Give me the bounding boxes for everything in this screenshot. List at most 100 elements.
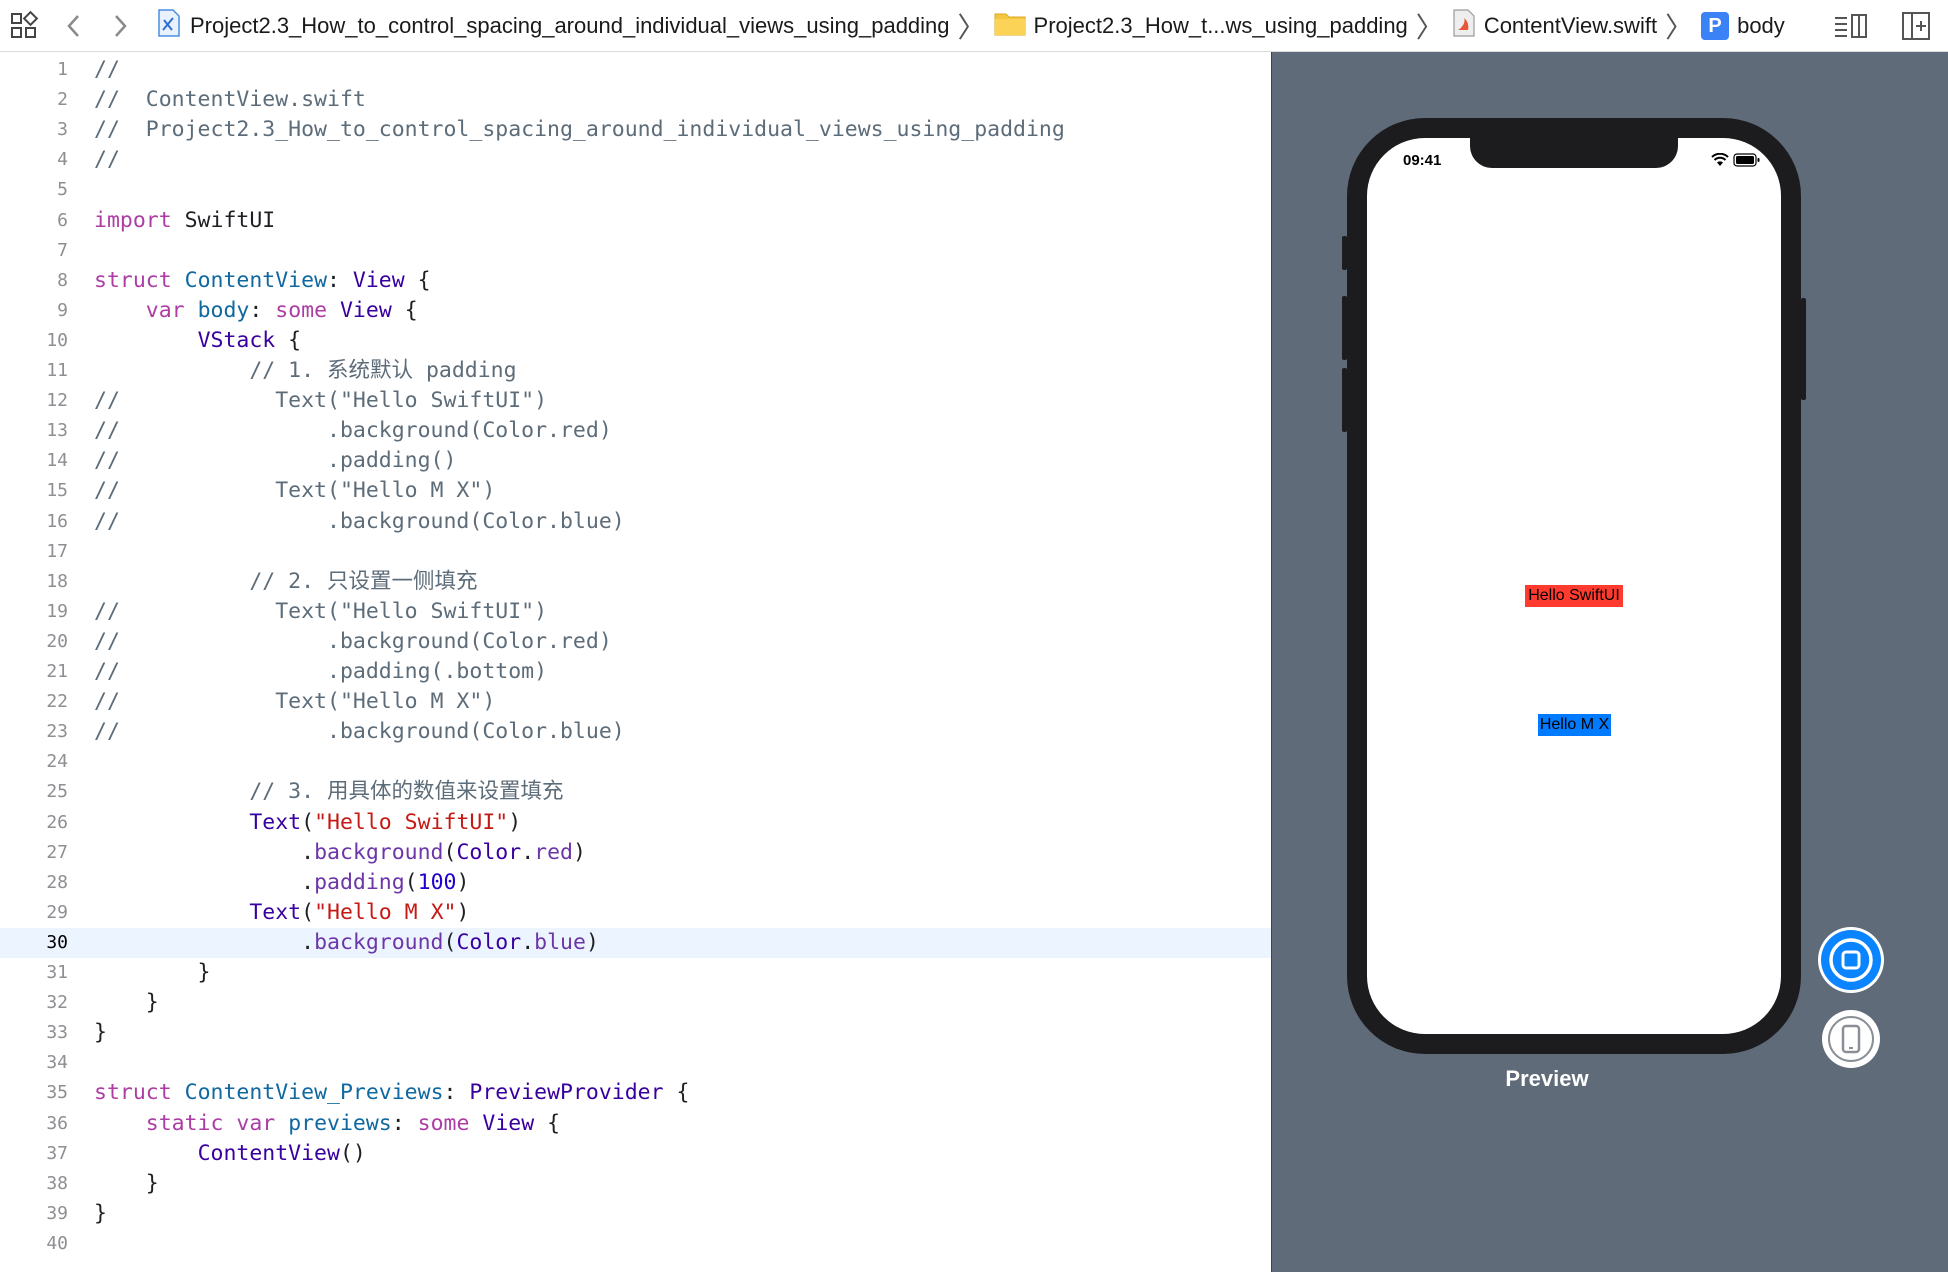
code-line[interactable]: 7 <box>0 236 1271 266</box>
grid-icon[interactable] <box>8 0 40 51</box>
code-text: } <box>94 1199 107 1229</box>
line-number: 40 <box>46 1232 68 1254</box>
code-line[interactable]: 11 // 1. 系统默认 padding <box>0 356 1271 386</box>
code-text: // Project2.3_How_to_control_spacing_aro… <box>94 115 1065 145</box>
code-token: View <box>482 1110 535 1136</box>
code-line[interactable]: 25 // 3. 用具体的数值来设置填充 <box>0 777 1271 807</box>
code-line[interactable]: 4 // <box>0 145 1271 175</box>
code-token: "Hello SwiftUI" <box>314 809 509 835</box>
code-token: // 1. 系统默认 padding <box>249 358 517 383</box>
code-line[interactable]: 17 <box>0 537 1271 567</box>
code-line[interactable]: 18 // 2. 只设置一侧填充 <box>0 567 1271 597</box>
preview-caption: Preview <box>1505 1066 1589 1091</box>
code-line[interactable]: 31 } <box>0 958 1271 988</box>
code-line[interactable]: 30 .background(Color.blue) <box>0 927 1271 958</box>
breadcrumb-separator: 〉 <box>1665 10 1694 44</box>
code-token: ) <box>508 809 522 835</box>
code-line[interactable]: 12 // Text("Hello SwiftUI") <box>0 386 1271 416</box>
code-token: // .padding(.bottom) <box>94 659 548 684</box>
code-line[interactable]: 20 // .background(Color.red) <box>0 627 1271 657</box>
line-number: 26 <box>46 811 68 833</box>
code-line[interactable]: 1 // <box>0 55 1271 85</box>
code-token: ContentView_Previews <box>184 1080 444 1106</box>
code-line[interactable]: 2 // ContentView.swift <box>0 85 1271 115</box>
breadcrumb-symbol[interactable]: body <box>1737 13 1785 39</box>
code-line[interactable]: 29 Text("Hello M X") <box>0 898 1271 928</box>
code-line[interactable]: 22 // Text("Hello M X") <box>0 687 1271 717</box>
code-token: } <box>94 1020 107 1046</box>
code-line[interactable]: 14 // .padding() <box>0 446 1271 476</box>
device-preview-button[interactable] <box>1820 1008 1882 1070</box>
add-editor-icon[interactable] <box>1900 0 1932 51</box>
forward-arrow-icon[interactable] <box>110 0 130 51</box>
code-line[interactable]: 24 <box>0 747 1271 777</box>
code-line[interactable]: 27 .background(Color.red) <box>0 838 1271 868</box>
code-token: Text <box>249 899 302 925</box>
code-line[interactable]: 37 ContentView() <box>0 1139 1271 1169</box>
code-line[interactable]: 3 // Project2.3_How_to_control_spacing_ar… <box>0 115 1271 145</box>
code-line[interactable]: 39} <box>0 1199 1271 1229</box>
back-arrow-icon[interactable] <box>64 0 84 51</box>
code-line[interactable]: 19 // Text("Hello SwiftUI") <box>0 597 1271 627</box>
code-line[interactable]: 33} <box>0 1018 1271 1048</box>
code-line[interactable]: 40 <box>0 1229 1271 1259</box>
code-line[interactable]: 32 } <box>0 988 1271 1018</box>
code-token: { <box>404 267 431 293</box>
code-token: . <box>521 839 535 865</box>
code-token: import <box>94 207 172 233</box>
code-token: ( <box>301 809 315 835</box>
code-text: // .padding() <box>94 446 456 476</box>
code-token: : <box>391 1110 418 1136</box>
editor-options-icon[interactable] <box>1832 0 1870 51</box>
code-text: .background(Color.blue) <box>94 928 599 958</box>
code-line[interactable]: 13 // .background(Color.red) <box>0 416 1271 446</box>
hello-swiftui-label: Hello SwiftUI <box>1525 585 1623 607</box>
code-token: ( <box>301 899 315 925</box>
code-editor[interactable]: 1 // 2 // ContentView.swift 3 // Project2.3_H… <box>0 52 1271 1272</box>
volume-up-button <box>1342 296 1347 360</box>
code-token: // Text("Hello M X") <box>94 478 496 504</box>
code-line[interactable]: 5 <box>0 175 1271 205</box>
code-token: var <box>145 297 185 323</box>
code-token: ( <box>404 869 418 895</box>
code-text: struct ContentView_Previews: PreviewProv… <box>94 1078 689 1108</box>
mute-switch <box>1342 236 1347 270</box>
folder-icon <box>994 10 1026 41</box>
code-token: ContentView <box>197 1140 340 1166</box>
code-token: View <box>352 267 405 293</box>
code-line[interactable]: 23 // .background(Color.blue) <box>0 717 1271 747</box>
code-line[interactable]: 10 VStack { <box>0 326 1271 356</box>
code-token: some <box>417 1110 470 1136</box>
breadcrumb-file[interactable]: ContentView.swift <box>1484 13 1657 39</box>
code-line[interactable]: 16 // .background(Color.blue) <box>0 507 1271 537</box>
line-number: 15 <box>46 480 68 502</box>
code-text: struct ContentView: View { <box>94 266 431 296</box>
code-text: // <box>94 55 120 85</box>
code-line[interactable]: 26 Text("Hello SwiftUI") <box>0 808 1271 838</box>
code-line[interactable]: 15 // Text("Hello M X") <box>0 476 1271 506</box>
code-text: // .background(Color.blue) <box>94 507 625 537</box>
code-line[interactable]: 9 var body: some View { <box>0 296 1271 326</box>
code-line[interactable]: 28 .padding(100) <box>0 868 1271 898</box>
line-number: 8 <box>57 269 68 291</box>
code-token: static <box>145 1110 224 1136</box>
code-line[interactable]: 38 } <box>0 1169 1271 1199</box>
code-token: VStack <box>197 327 276 353</box>
code-line[interactable]: 8 struct ContentView: View { <box>0 266 1271 296</box>
code-token: // Project2.3_How_to_control_spacing_aro… <box>94 117 1065 143</box>
breadcrumb-folder[interactable]: Project2.3_How_t...ws_using_padding <box>1034 13 1408 39</box>
code-token: { <box>663 1080 690 1106</box>
line-number: 37 <box>46 1142 68 1164</box>
breadcrumb-project[interactable]: Project2.3_How_to_control_spacing_around… <box>190 13 950 39</box>
line-number: 4 <box>57 149 68 171</box>
code-line[interactable]: 35 struct ContentView_Previews: PreviewPr… <box>0 1078 1271 1108</box>
code-line[interactable]: 36 static var previews: some View { <box>0 1109 1271 1139</box>
code-token: "Hello M X" <box>314 899 457 925</box>
code-text: // <box>94 145 120 175</box>
code-token: ) <box>573 839 586 865</box>
code-line[interactable]: 6 import SwiftUI <box>0 206 1271 236</box>
live-preview-button[interactable] <box>1818 927 1884 993</box>
code-line[interactable]: 34 <box>0 1048 1271 1078</box>
code-line[interactable]: 21 // .padding(.bottom) <box>0 657 1271 687</box>
